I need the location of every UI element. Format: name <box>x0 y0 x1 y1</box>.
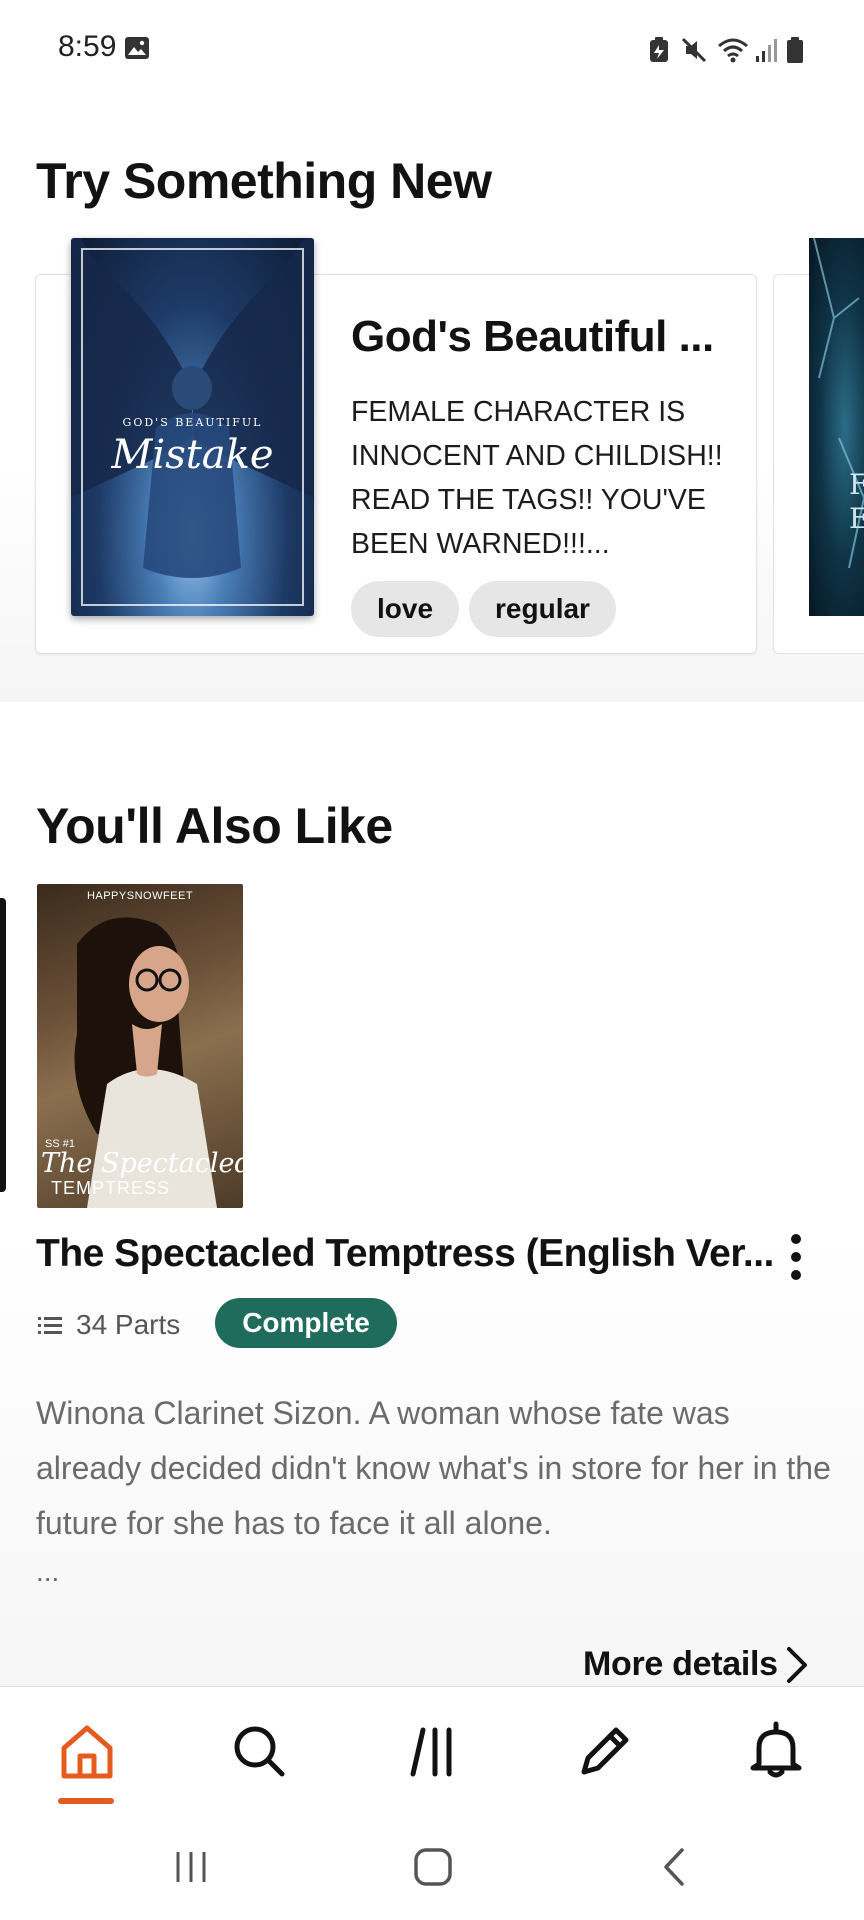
back-button[interactable] <box>650 1842 700 1892</box>
battery-icon <box>787 37 803 63</box>
tag-regular[interactable]: regular <box>469 581 616 637</box>
cover-title: Mistake <box>111 432 274 478</box>
story-card-cover[interactable]: GOD'S BEAUTIFUL Mistake <box>71 238 314 616</box>
story-card-title[interactable]: God's Beautiful ... <box>351 312 714 362</box>
home-button[interactable] <box>408 1842 458 1892</box>
cover-branches-art <box>813 238 864 569</box>
chevron-right-icon[interactable] <box>781 1645 811 1685</box>
cover-title-line1: The Spectacled <box>41 1148 243 1179</box>
wifi-icon <box>718 38 748 63</box>
home-icon[interactable] <box>52 1716 122 1786</box>
youll-also-like-heading: You'll Also Like <box>36 798 393 854</box>
parts-count: 34 Parts <box>76 1309 181 1340</box>
mute-icon <box>681 37 707 63</box>
notifications-icon[interactable] <box>741 1716 811 1786</box>
previous-book-edge[interactable] <box>0 898 6 1192</box>
signal-icon <box>756 39 777 62</box>
write-icon[interactable] <box>570 1716 640 1786</box>
library-icon[interactable] <box>399 1716 469 1786</box>
next-cover-letters: F E <box>849 468 864 535</box>
search-icon[interactable] <box>224 1716 294 1786</box>
next-story-cover[interactable]: F E <box>809 238 864 616</box>
active-tab-indicator <box>58 1798 114 1804</box>
book-title[interactable]: The Spectacled Temptress (English Ver... <box>36 1232 774 1276</box>
book-cover[interactable]: HAPPYSNOWFEET SS #1 The Spectacled TEMPT… <box>37 884 243 1208</box>
description-ellipsis: ... <box>36 1556 60 1587</box>
tag-love[interactable]: love <box>351 581 459 637</box>
more-details-link[interactable]: More details <box>583 1645 778 1684</box>
image-icon <box>125 37 149 59</box>
status-time: 8:59 <box>58 30 117 63</box>
recents-button[interactable] <box>166 1842 216 1892</box>
cover-title-line2: TEMPTRESS <box>51 1178 171 1198</box>
try-something-new-heading: Try Something New <box>36 153 492 209</box>
cover-subtitle: GOD'S BEAUTIFUL <box>122 416 263 429</box>
complete-badge: Complete <box>215 1298 397 1348</box>
story-card-description: FEMALE CHARACTER IS INNOCENT AND CHILDIS… <box>351 396 723 560</box>
more-options-icon[interactable] <box>781 1232 811 1282</box>
parts-list-icon <box>38 1317 62 1334</box>
battery-saver-icon <box>650 37 668 62</box>
book-description: Winona Clarinet Sizon. A woman whose fat… <box>36 1395 831 1541</box>
cover-author: HAPPYSNOWFEET <box>86 890 194 902</box>
